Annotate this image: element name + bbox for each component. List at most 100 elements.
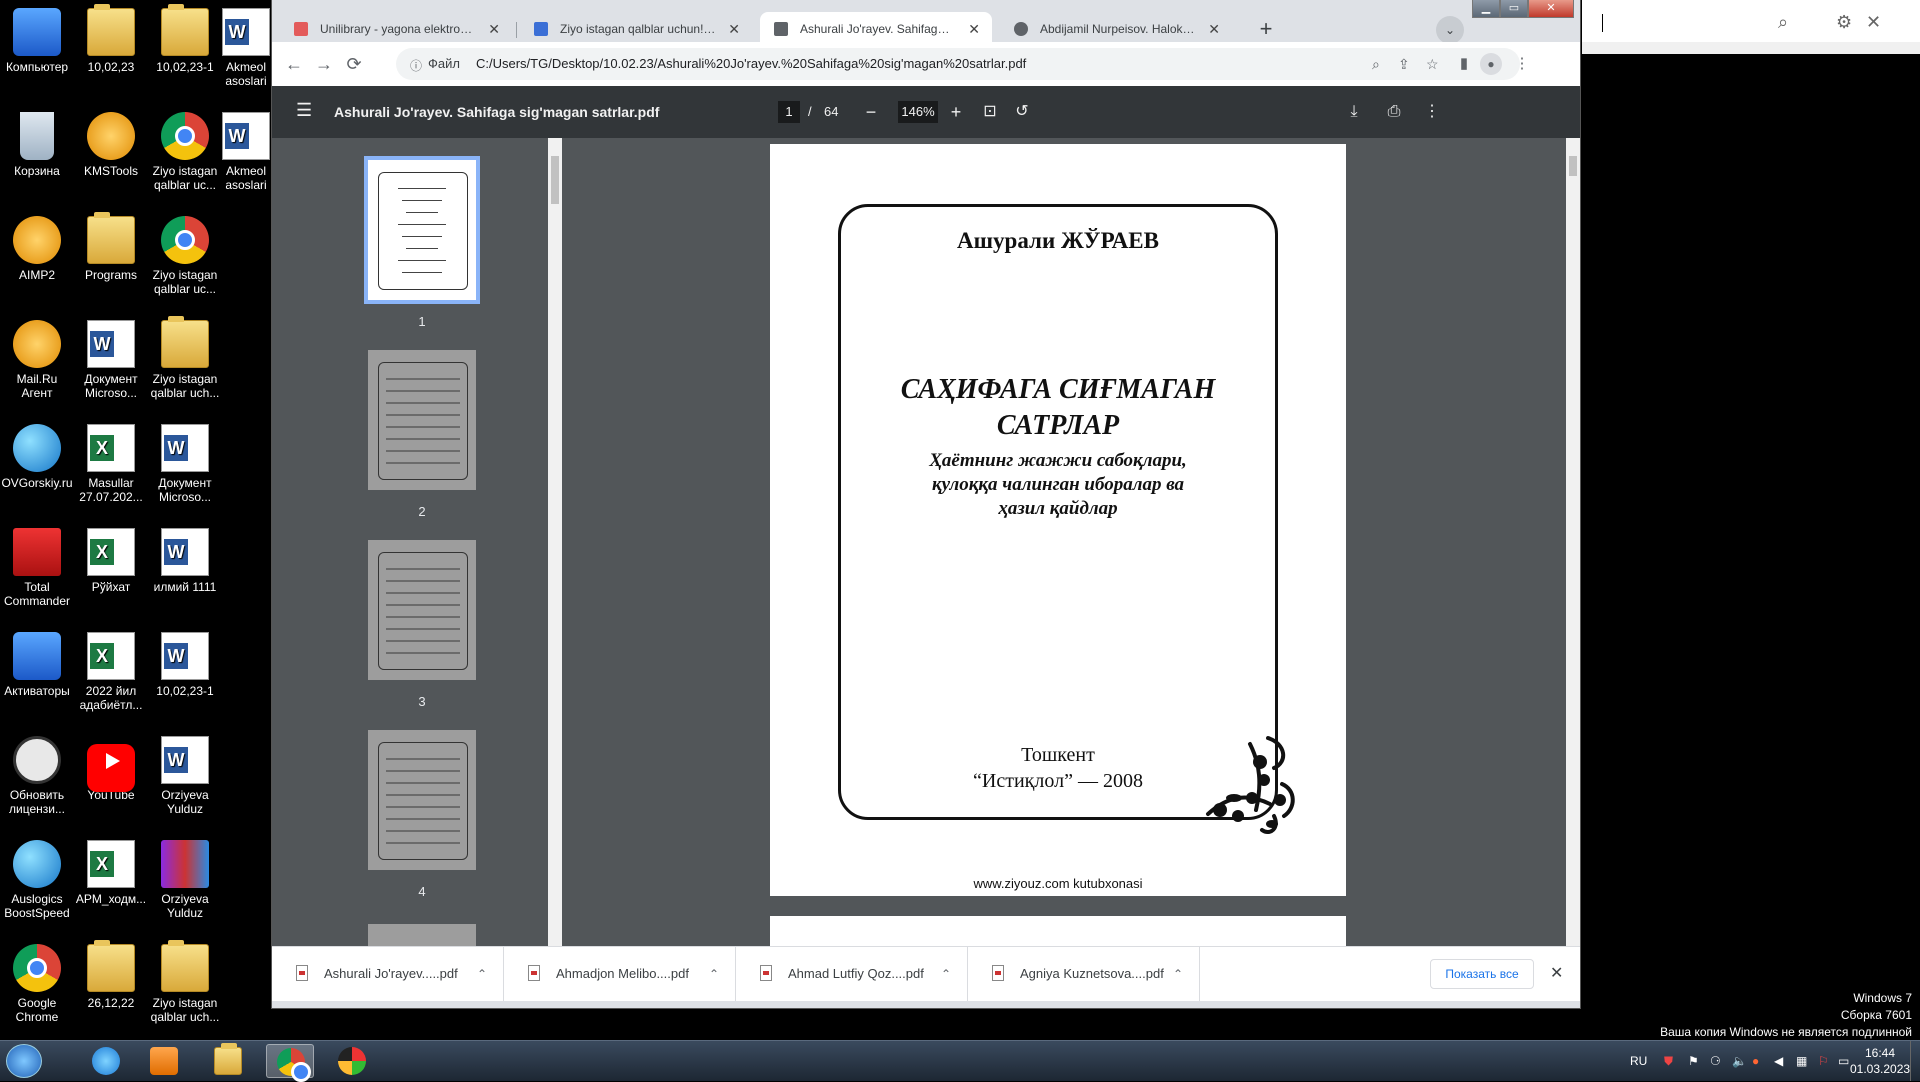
desktop-icon[interactable]: Обновить лицензи... — [0, 736, 74, 816]
taskbar-media-player[interactable] — [140, 1044, 188, 1078]
tray-volume-icon[interactable]: ◀ — [1774, 1041, 1783, 1081]
share-icon[interactable]: ⇪ — [1398, 48, 1410, 80]
forward-button[interactable]: → — [310, 50, 338, 78]
desktop-icon[interactable]: Orziyeva Yulduz — [148, 736, 222, 816]
desktop-icon[interactable]: Orziyeva Yulduz — [148, 840, 222, 920]
info-icon[interactable]: ⓘ — [410, 57, 422, 74]
desktop-icon[interactable]: OVGorskiy.ru — [0, 424, 74, 490]
print-icon[interactable]: ⎙ — [1382, 86, 1406, 138]
tab-search-button[interactable]: ⌄ — [1436, 16, 1464, 44]
profile-avatar-icon[interactable]: ● — [1480, 53, 1502, 75]
bookmark-star-icon[interactable]: ☆ — [1426, 48, 1439, 80]
desktop-icon[interactable]: Ziyo istagan qalblar uch... — [148, 940, 222, 1024]
desktop-icon[interactable]: Masullar 27.07.202... — [74, 424, 148, 504]
desktop-icon[interactable]: YouTube — [74, 736, 148, 802]
thumbnail-page[interactable] — [368, 540, 476, 680]
zoom-level-input[interactable]: 146% — [898, 101, 938, 123]
address-url[interactable]: C:/Users/TG/Desktop/10.02.23/Ashurali%20… — [476, 48, 1026, 80]
pdf-viewport[interactable]: Ашурали ЖЎРАЕВ САҲИФАГА СИҒМАГАН САТРЛАР… — [562, 138, 1580, 946]
window-close-button[interactable]: ✕ — [1528, 0, 1574, 18]
close-icon[interactable]: ✕ — [1866, 12, 1881, 33]
start-button[interactable] — [6, 1044, 42, 1078]
desktop-icon[interactable]: Mail.Ru Агент — [0, 320, 74, 400]
search-icon[interactable]: ⌕ — [1778, 12, 1788, 33]
tray-shield-icon[interactable]: ⛊ — [1664, 1041, 1673, 1081]
chevron-up-icon[interactable]: ⌃ — [709, 947, 719, 1001]
address-bar[interactable]: ⓘ Файл C:/Users/TG/Desktop/10.02.23/Ashu… — [396, 48, 1520, 80]
download-item[interactable]: Ahmadjon Melibo....pdf ⌃ — [504, 947, 736, 1001]
sidebar-scrollbar[interactable] — [548, 138, 562, 946]
new-tab-button[interactable]: + — [1252, 16, 1280, 44]
tray-sound-icon[interactable]: 🔈 — [1732, 1041, 1747, 1081]
desktop-icon[interactable]: Документ Microso... — [74, 320, 148, 400]
back-button[interactable]: ← — [280, 50, 308, 78]
minimize-button[interactable]: ▁ — [1472, 0, 1500, 18]
input-language[interactable]: RU — [1630, 1041, 1647, 1081]
thumbnail-page[interactable] — [364, 156, 480, 304]
tray-network-icon[interactable]: ⚆ — [1710, 1041, 1721, 1081]
show-desktop-button[interactable] — [1910, 1041, 1920, 1081]
desktop-icon[interactable]: илмий 1111 — [148, 528, 222, 594]
taskbar-app5[interactable] — [328, 1044, 376, 1078]
downloads-close-icon[interactable]: ✕ — [1550, 947, 1563, 1001]
download-item[interactable]: Ahmad Lutfiy Qoz....pdf ⌃ — [736, 947, 968, 1001]
tab-close-icon[interactable]: ✕ — [968, 12, 980, 46]
browser-tab[interactable]: Ashurali Jo'rayev. Sahifaga sig'mag ✕ — [760, 12, 992, 46]
tray-action-icon[interactable]: ⚐ — [1818, 1041, 1829, 1081]
tab-close-icon[interactable]: ✕ — [488, 12, 500, 46]
zoom-in-button[interactable]: + — [944, 86, 968, 138]
desktop-icon[interactable]: Рўйхат — [74, 528, 148, 594]
pdf-more-icon[interactable]: ⋮ — [1420, 86, 1444, 138]
desktop-icon[interactable]: 2022 йил адабиётл... — [74, 632, 148, 712]
browser-menu-icon[interactable]: ⋮ — [1508, 50, 1536, 78]
zoom-out-button[interactable]: − — [859, 86, 883, 138]
browser-tab[interactable]: Abdijamil Nurpeisov. Halokat (trilo ✕ — [1000, 12, 1232, 46]
show-all-downloads-button[interactable]: Показать все — [1430, 959, 1534, 989]
fit-page-icon[interactable]: ⊡ — [978, 86, 1002, 138]
rotate-icon[interactable]: ↺ — [1010, 86, 1034, 138]
chevron-up-icon[interactable]: ⌃ — [477, 947, 487, 1001]
tab-close-icon[interactable]: ✕ — [728, 12, 740, 46]
browser-tab[interactable]: Ziyo istagan qalblar uchun! - Kutub ✕ — [520, 12, 752, 46]
tab-close-icon[interactable]: ✕ — [1208, 12, 1220, 46]
desktop-icon[interactable]: Programs — [74, 212, 148, 282]
zoom-icon[interactable]: ⌕ — [1372, 48, 1380, 80]
page-number-input[interactable]: 1 — [778, 101, 800, 123]
tray-battery-icon[interactable]: ▭ — [1838, 1041, 1849, 1081]
page-footer-link[interactable]: www.ziyouz.com kutubxonasi — [770, 876, 1346, 891]
thumbnail-page[interactable] — [368, 350, 476, 490]
download-item[interactable]: Agniya Kuznetsova....pdf ⌃ — [968, 947, 1200, 1001]
desktop-icon[interactable]: Akmeol asoslari — [222, 112, 270, 192]
desktop-icon[interactable]: Google Chrome — [0, 944, 74, 1024]
desktop-icon[interactable]: Документ Microso... — [148, 424, 222, 504]
desktop-icon[interactable]: Ziyo istagan qalblar uc... — [148, 216, 222, 296]
taskbar-explorer[interactable] — [204, 1043, 252, 1078]
side-panel-icon[interactable]: ▮ — [1450, 50, 1478, 78]
tray-cpu-icon[interactable]: ▦ — [1796, 1041, 1807, 1081]
background-window[interactable]: ⌕ ⚙ ✕ — [1582, 0, 1920, 54]
chevron-up-icon[interactable]: ⌃ — [941, 947, 951, 1001]
tray-flag-icon[interactable]: ⚑ — [1688, 1041, 1699, 1081]
download-icon[interactable]: ⤓ — [1342, 86, 1366, 138]
reload-button[interactable]: ⟳ — [340, 50, 368, 78]
main-scrollbar[interactable] — [1566, 138, 1580, 946]
desktop-icon[interactable]: Корзина — [0, 112, 74, 178]
background-search-field[interactable] — [1602, 14, 1603, 32]
thumbnail-page[interactable] — [368, 730, 476, 870]
desktop-icon[interactable]: Auslogics BoostSpeed — [0, 840, 74, 920]
desktop-icon[interactable]: 10,02,23-1 — [148, 4, 222, 74]
desktop-icon[interactable]: 26,12,22 — [74, 940, 148, 1010]
gear-icon[interactable]: ⚙ — [1836, 12, 1852, 33]
browser-tab[interactable]: Unilibrary - yagona elektron kutub ✕ — [280, 12, 512, 46]
download-item[interactable]: Ashurali Jo'rayev.....pdf ⌃ — [272, 947, 504, 1001]
tray-warning-icon[interactable]: ● — [1752, 1041, 1759, 1081]
desktop-icon[interactable]: Компьютер — [0, 8, 74, 74]
desktop-icon[interactable]: Ziyo istagan qalblar uc... — [148, 112, 222, 192]
desktop-icon[interactable]: 10,02,23 — [74, 4, 148, 74]
taskbar-ie[interactable] — [82, 1044, 130, 1078]
desktop-icon[interactable]: AIMP2 — [0, 216, 74, 282]
maximize-button[interactable]: ▭ — [1500, 0, 1528, 18]
desktop-icon[interactable]: Ziyo istagan qalblar uch... — [148, 316, 222, 400]
desktop-icon[interactable]: 10,02,23-1 — [148, 632, 222, 698]
desktop-icon[interactable]: Total Commander — [0, 528, 74, 608]
